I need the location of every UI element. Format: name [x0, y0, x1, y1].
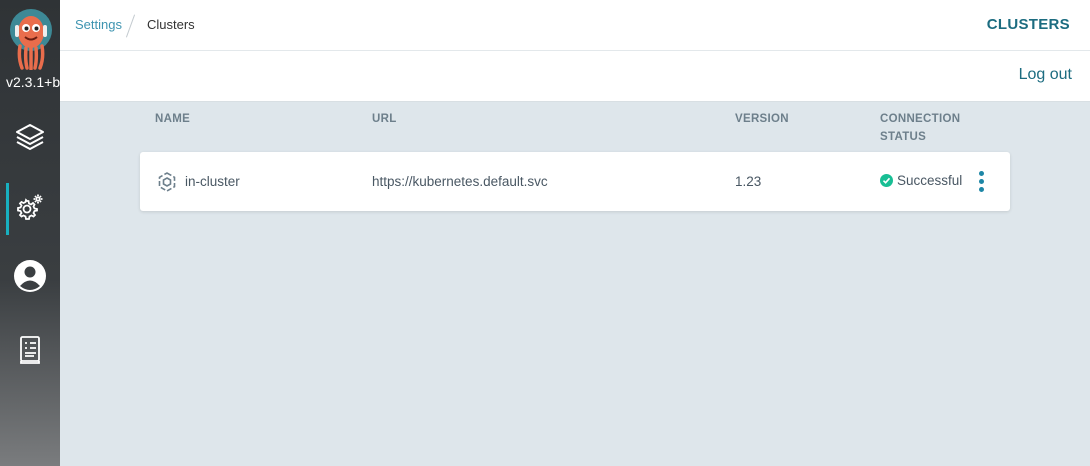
breadcrumb-settings-link[interactable]: Settings — [75, 17, 122, 32]
logout-button[interactable]: Log out — [1019, 66, 1072, 84]
column-header-connection: CONNECTION — [880, 113, 961, 125]
cluster-icon — [156, 171, 178, 198]
sidebar-item-settings[interactable] — [0, 183, 60, 235]
cluster-url: https://kubernetes.default.svc — [372, 174, 548, 189]
column-header-version: VERSION — [735, 113, 789, 125]
toolbar: Log out — [60, 51, 1090, 102]
connection-status: Successful — [880, 173, 962, 188]
column-header-status: STATUS — [880, 131, 927, 143]
table-row[interactable]: in-cluster https://kubernetes.default.sv… — [140, 152, 1010, 211]
top-bar: Settings Clusters CLUSTERS — [60, 0, 1090, 51]
argo-logo[interactable] — [8, 8, 54, 71]
breadcrumb-current: Clusters — [147, 17, 195, 32]
sidebar-item-applications[interactable] — [0, 113, 60, 165]
docs-icon — [17, 335, 43, 370]
user-circle-icon — [13, 259, 47, 298]
layers-icon — [14, 121, 46, 158]
column-header-connection-status: CONNECTION STATUS — [880, 110, 960, 146]
cluster-name: in-cluster — [185, 174, 240, 189]
sidebar-item-docs[interactable] — [0, 326, 60, 378]
column-header-name: NAME — [155, 113, 191, 125]
row-actions-menu-icon[interactable] — [975, 169, 987, 193]
version-label: v2.3.1+b — [6, 74, 60, 90]
check-circle-icon — [880, 174, 893, 187]
breadcrumb-separator — [125, 14, 136, 38]
sidebar-item-user-info[interactable] — [0, 252, 60, 304]
column-header-url: URL — [372, 113, 397, 125]
cluster-version: 1.23 — [735, 174, 762, 189]
sidebar: v2.3.1+b — [0, 0, 60, 466]
gear-icon — [15, 192, 45, 227]
page-title: CLUSTERS — [986, 16, 1070, 33]
connection-status-label: Successful — [897, 173, 963, 188]
